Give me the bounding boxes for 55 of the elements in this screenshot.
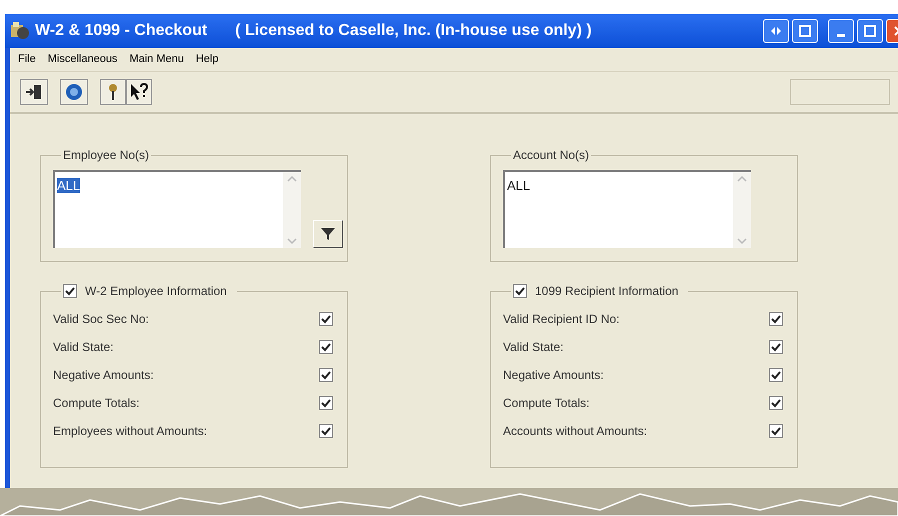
menu-item[interactable]: Help xyxy=(196,51,218,68)
option-label: Accounts without Amounts: xyxy=(503,423,648,440)
window-title: W-2 & 1099 - Checkout xyxy=(35,21,208,41)
option-label: Valid Recipient ID No: xyxy=(503,311,620,328)
checkbox[interactable] xyxy=(319,424,333,438)
app-icon xyxy=(9,21,31,41)
option-label: Negative Amounts: xyxy=(53,367,154,384)
option-label: Valid State: xyxy=(503,339,564,356)
list-field[interactable]: ALL xyxy=(53,170,301,248)
list-entry[interactable]: ALL xyxy=(57,178,80,193)
group-label: Employee No(s) xyxy=(62,147,150,164)
exit-button[interactable] xyxy=(20,79,48,105)
checkbox[interactable] xyxy=(769,424,783,438)
arrows-icon xyxy=(770,26,782,36)
key-icon xyxy=(107,83,119,101)
help-button[interactable] xyxy=(126,79,152,105)
minimize-button[interactable] xyxy=(828,19,854,43)
pointer-question-icon xyxy=(129,83,149,101)
checkbox[interactable] xyxy=(319,312,333,326)
maximize-button[interactable] xyxy=(857,19,883,43)
checkbox[interactable] xyxy=(769,312,783,326)
license-text: ( Licensed to Caselle, Inc. (In-house use only) ) xyxy=(235,21,592,41)
window-icon xyxy=(799,25,811,37)
group-label: W-2 Employee Information xyxy=(85,283,228,300)
door-icon xyxy=(25,84,43,100)
restore-button[interactable] xyxy=(792,19,818,43)
checkbox[interactable] xyxy=(319,340,333,354)
option-label: Employees without Amounts: xyxy=(53,423,208,440)
group-label: 1099 Recipient Information xyxy=(535,283,680,300)
menu-item[interactable]: Main Menu xyxy=(129,51,184,68)
option-label: Compute Totals: xyxy=(503,395,590,412)
list-entry[interactable]: ALL xyxy=(507,178,530,193)
option-label: Valid State: xyxy=(53,339,114,356)
go-button[interactable] xyxy=(60,79,88,105)
group-label: Account No(s) xyxy=(512,147,590,164)
menu-item[interactable]: Miscellaneous xyxy=(48,51,118,68)
checkbox[interactable] xyxy=(513,284,527,298)
checkbox[interactable] xyxy=(63,284,77,298)
option-label: Negative Amounts: xyxy=(503,367,604,384)
menu-item[interactable]: File xyxy=(18,51,36,68)
checkbox[interactable] xyxy=(319,396,333,410)
maximize-icon xyxy=(864,25,876,37)
checkbox[interactable] xyxy=(319,368,333,382)
checkbox[interactable] xyxy=(769,340,783,354)
option-label: Compute Totals: xyxy=(53,395,140,412)
option-label: Valid Soc Sec No: xyxy=(53,311,149,328)
disc-icon xyxy=(65,83,83,101)
minimize-icon xyxy=(837,34,845,36)
checkbox[interactable] xyxy=(769,368,783,382)
checkbox[interactable] xyxy=(769,396,783,410)
key-button[interactable] xyxy=(100,79,126,105)
filter-button[interactable] xyxy=(313,220,343,248)
list-field[interactable]: ALL xyxy=(503,170,751,248)
funnel-icon xyxy=(320,226,336,242)
arrows-button[interactable] xyxy=(763,19,789,43)
